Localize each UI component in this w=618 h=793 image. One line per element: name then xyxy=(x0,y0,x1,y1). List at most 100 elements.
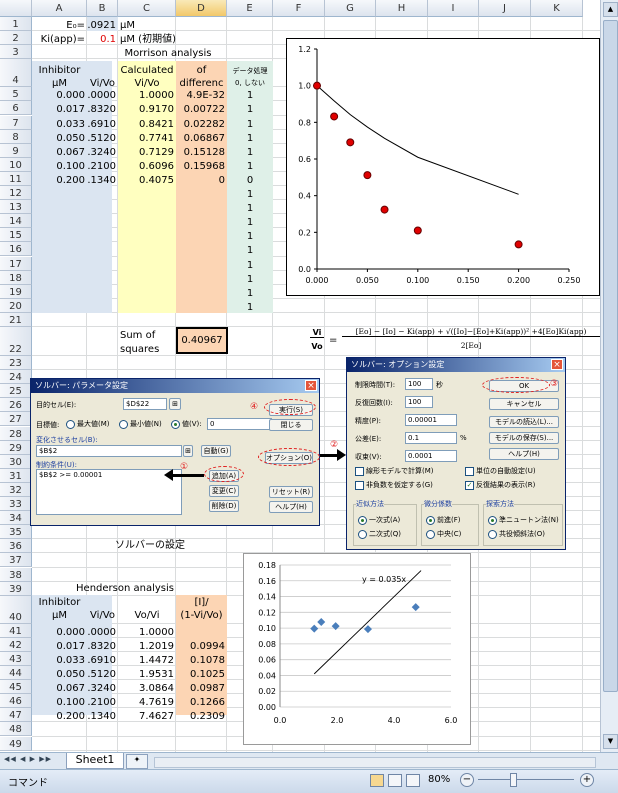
row-header-9[interactable]: 9 xyxy=(0,143,32,158)
scroll-thumb[interactable] xyxy=(603,20,618,692)
morrison-cell[interactable]: 0.8320 xyxy=(87,101,118,115)
row-header-15[interactable]: 15 xyxy=(0,228,32,243)
row-header-34[interactable]: 34 xyxy=(0,511,32,526)
row-header-6[interactable]: 6 xyxy=(0,101,32,116)
henderson-cell[interactable]: 0.033 xyxy=(32,652,87,666)
vertical-scrollbar[interactable]: ▲ ▼ xyxy=(600,0,618,752)
henderson-cell[interactable]: 3.0864 xyxy=(118,680,176,694)
zoom-out-icon[interactable]: − xyxy=(460,773,474,787)
henderson-cell[interactable]: 0.017 xyxy=(32,638,87,652)
henderson-cell[interactable]: 0.1266 xyxy=(176,694,227,708)
col-header-J[interactable]: J xyxy=(479,0,531,17)
morrison-cell[interactable]: 0.7741 xyxy=(118,130,176,144)
henderson-cell[interactable] xyxy=(176,624,227,638)
row-header-44[interactable]: 44 xyxy=(0,666,32,681)
row-header-43[interactable]: 43 xyxy=(0,651,32,666)
row-header-41[interactable]: 41 xyxy=(0,623,32,638)
henderson-cell[interactable]: 0.1025 xyxy=(176,666,227,680)
morrison-cell[interactable]: 0.5120 xyxy=(87,130,118,144)
deriv-central[interactable]: 中央(C) xyxy=(426,529,461,539)
morrison-cell[interactable]: 4.9E-32 xyxy=(176,87,227,101)
henderson-cell[interactable]: 0.100 xyxy=(32,694,87,708)
row-header-19[interactable]: 19 xyxy=(0,284,32,299)
val-input[interactable]: 0 xyxy=(207,418,272,430)
morrison-cell[interactable]: 0.2100 xyxy=(87,158,118,172)
row-header-17[interactable]: 17 xyxy=(0,256,32,271)
morrison-cell[interactable]: 0.067 xyxy=(32,144,87,158)
next-sheet-icon[interactable]: ▶ xyxy=(30,755,36,763)
row-header-36[interactable]: 36 xyxy=(0,539,32,554)
henderson-cell[interactable]: 0.3240 xyxy=(87,680,118,694)
tol-input[interactable]: 0.1 xyxy=(405,432,457,444)
opt-val[interactable]: 値(V): xyxy=(171,419,202,429)
col-header-F[interactable]: F xyxy=(273,0,325,17)
henderson-cell[interactable]: 0.200 xyxy=(32,708,87,722)
page-layout-icon[interactable] xyxy=(388,774,402,787)
morrison-cell[interactable]: 0.000 xyxy=(32,87,87,101)
page-break-icon[interactable] xyxy=(406,774,420,787)
vary-picker-icon[interactable]: ⊞ xyxy=(183,445,193,457)
morrison-cell[interactable]: 1.0000 xyxy=(87,87,118,101)
row-header-29[interactable]: 29 xyxy=(0,440,32,455)
search-conjugate[interactable]: 共役傾斜法(O) xyxy=(488,529,545,539)
iter-input[interactable]: 100 xyxy=(405,396,433,408)
chk-linear[interactable]: 線形モデルで計算(M) xyxy=(355,466,434,476)
zoom-in-icon[interactable]: + xyxy=(580,773,594,787)
select-all-corner[interactable] xyxy=(0,0,32,17)
morrison-cell[interactable]: 0.7129 xyxy=(118,144,176,158)
henderson-cell[interactable]: 0.8320 xyxy=(87,638,118,652)
henderson-cell[interactable]: 0.000 xyxy=(32,624,87,638)
morrison-cell[interactable]: 0.100 xyxy=(32,158,87,172)
henderson-cell[interactable]: 0.050 xyxy=(32,666,87,680)
col-header-H[interactable]: H xyxy=(376,0,428,17)
chk-show[interactable]: ✓ 反復結果の表示(R) xyxy=(465,480,535,490)
new-sheet-icon[interactable]: ✦ xyxy=(126,754,148,769)
row-header-10[interactable]: 10 xyxy=(0,157,32,172)
morrison-cell[interactable]: 1 xyxy=(227,101,273,115)
morrison-cell[interactable]: 0.8421 xyxy=(118,116,176,130)
morrison-cell[interactable]: 0.017 xyxy=(32,101,87,115)
row-header-3[interactable]: 3 xyxy=(0,45,32,60)
est-quad[interactable]: 二次式(Q) xyxy=(358,529,401,539)
henderson-cell[interactable]: 0.067 xyxy=(32,680,87,694)
sheet-tab[interactable]: Sheet1 xyxy=(66,753,124,769)
prev-sheet-icon[interactable]: ◀ xyxy=(20,755,26,763)
row-header-4[interactable]: 4 xyxy=(0,59,32,88)
zoom-level[interactable]: 80% xyxy=(428,774,450,785)
morrison-cell[interactable]: 0 xyxy=(176,172,227,186)
henderson-cell[interactable]: 0.2309 xyxy=(176,708,227,722)
morrison-cell[interactable]: 0 xyxy=(227,172,273,186)
row-header-45[interactable]: 45 xyxy=(0,680,32,695)
row-header-27[interactable]: 27 xyxy=(0,412,32,427)
henderson-cell[interactable]: 7.4627 xyxy=(118,708,176,722)
row-header-13[interactable]: 13 xyxy=(0,200,32,215)
delete-button[interactable]: 削除(D) xyxy=(209,500,239,512)
row-header-33[interactable]: 33 xyxy=(0,497,32,512)
henderson-cell[interactable]: 0.5120 xyxy=(87,666,118,680)
normal-view-icon[interactable] xyxy=(370,774,384,787)
row-header-26[interactable]: 26 xyxy=(0,398,32,413)
morrison-cell[interactable]: 1 xyxy=(227,158,273,172)
load-model-button[interactable]: モデルの読込(L)... xyxy=(489,416,559,428)
henderson-cell[interactable]: 1.2019 xyxy=(118,638,176,652)
henderson-cell[interactable]: 1.9531 xyxy=(118,666,176,680)
morrison-cell[interactable]: 1.0000 xyxy=(118,87,176,101)
opt-min[interactable]: 最小値(N) xyxy=(119,419,162,429)
zoom-slider[interactable] xyxy=(478,779,574,780)
henderson-cell[interactable]: 1.4472 xyxy=(118,652,176,666)
morrison-cell[interactable]: 0.15128 xyxy=(176,144,227,158)
conv-input[interactable]: 0.0001 xyxy=(405,450,457,462)
row-header-46[interactable]: 46 xyxy=(0,694,32,709)
row-header-23[interactable]: 23 xyxy=(0,356,32,371)
row-header-39[interactable]: 39 xyxy=(0,581,32,596)
flag-cell[interactable]: 1 xyxy=(227,257,273,271)
row-header-37[interactable]: 37 xyxy=(0,553,32,568)
row-header-22[interactable]: 22 xyxy=(0,327,32,356)
morrison-cell[interactable]: 1 xyxy=(227,116,273,130)
row-header-28[interactable]: 28 xyxy=(0,426,32,441)
morrison-cell[interactable]: 0.6096 xyxy=(118,158,176,172)
flag-cell[interactable]: 1 xyxy=(227,214,273,228)
time-input[interactable]: 100 xyxy=(405,378,433,390)
vary-input[interactable]: $B$2 xyxy=(36,445,182,457)
flag-cell[interactable]: 1 xyxy=(227,228,273,242)
